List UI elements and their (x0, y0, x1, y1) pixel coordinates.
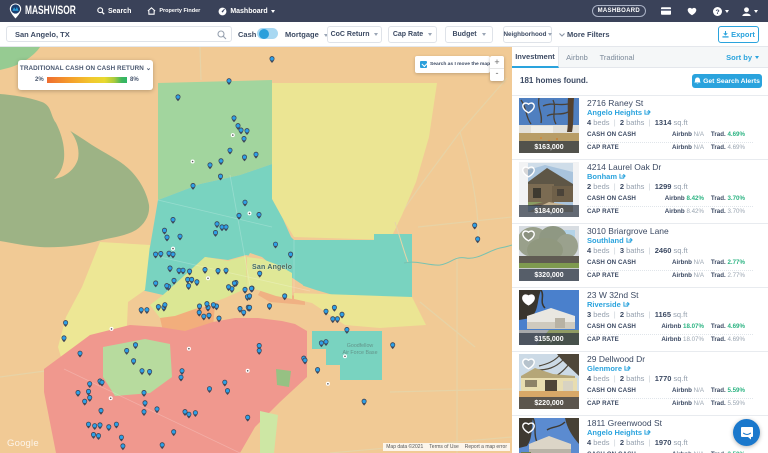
svg-text:San Angelo: San Angelo (252, 264, 292, 271)
svg-text:?: ? (715, 9, 719, 16)
svg-text:Goodfellow: Goodfellow (347, 343, 374, 349)
svg-text:Air Force Base: Air Force Base (342, 350, 377, 356)
